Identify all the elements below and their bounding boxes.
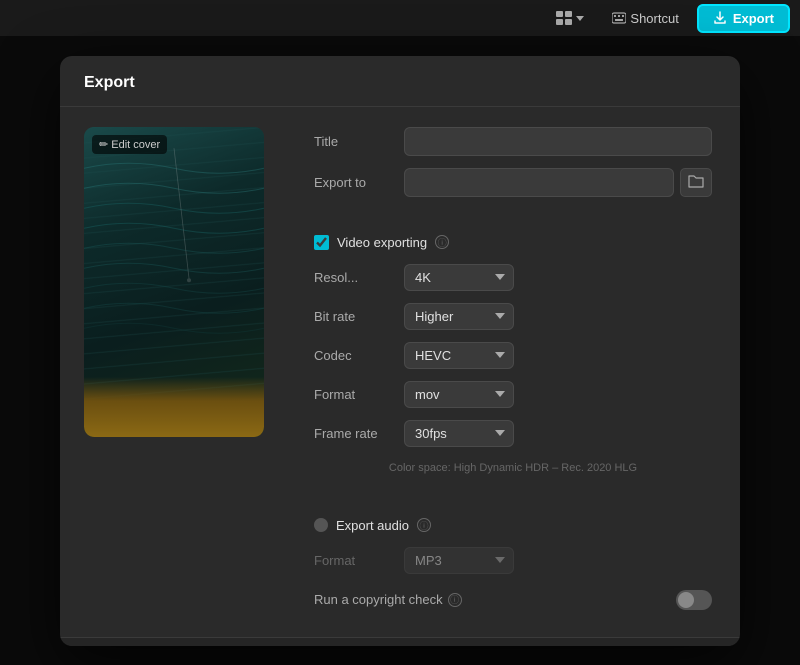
bitrate-select[interactable]: Higher (404, 303, 514, 330)
modal-overlay: Export (0, 36, 800, 665)
form-area: Title Export to (314, 127, 716, 617)
thumbnail-area: ✏ Edit cover (84, 127, 284, 617)
audio-format-select[interactable]: MP3 (404, 547, 514, 574)
framerate-row: Frame rate 30fps (314, 420, 712, 447)
resolution-label: Resol... (314, 270, 394, 285)
color-space-text: Color space: High Dynamic HDR – Rec. 202… (314, 461, 712, 476)
export-to-input[interactable] (404, 168, 674, 197)
video-export-checkbox[interactable] (314, 235, 329, 250)
copyright-row: Run a copyright check ⓘ (314, 590, 712, 610)
audio-toggle-indicator (314, 518, 328, 532)
copyright-info-icon[interactable]: ⓘ (448, 593, 462, 607)
format-select[interactable]: mov (404, 381, 514, 408)
video-info-icon[interactable]: ⓘ (435, 235, 449, 249)
codec-label: Codec (314, 348, 394, 363)
boat-bottom (84, 377, 264, 437)
export-dialog: Export (60, 56, 740, 646)
browse-folder-button[interactable] (680, 168, 712, 197)
export-icon (713, 11, 727, 25)
keyboard-icon (612, 12, 626, 24)
shortcut-button[interactable]: Shortcut (602, 7, 688, 30)
framerate-label: Frame rate (314, 426, 394, 441)
toggle-knob (678, 592, 694, 608)
thumbnail-wrapper: ✏ Edit cover (84, 127, 264, 437)
water-svg (84, 127, 264, 360)
edit-cover-button[interactable]: ✏ Edit cover (92, 135, 167, 154)
codec-select[interactable]: HEVC (404, 342, 514, 369)
resolution-row: Resol... 4K (314, 264, 712, 291)
bitrate-label: Bit rate (314, 309, 394, 324)
title-row: Title (314, 127, 712, 156)
video-section-title: Video exporting (337, 235, 427, 250)
video-placeholder (84, 127, 264, 437)
layout-icon (556, 11, 572, 25)
audio-section-header: Export audio ⓘ (314, 518, 712, 533)
copyright-label: Run a copyright check ⓘ (314, 592, 676, 607)
title-input[interactable] (404, 127, 712, 156)
dialog-header: Export (60, 56, 740, 107)
audio-format-row: Format MP3 (314, 547, 712, 574)
layout-button[interactable] (546, 7, 594, 29)
export-to-row: Export to (314, 168, 712, 197)
codec-row: Codec HEVC (314, 342, 712, 369)
topbar: Shortcut Export (0, 0, 800, 36)
dialog-title: Export (84, 74, 135, 91)
bitrate-row: Bit rate Higher (314, 303, 712, 330)
framerate-select[interactable]: 30fps (404, 420, 514, 447)
audio-info-icon[interactable]: ⓘ (417, 518, 431, 532)
export-topbar-label: Export (733, 11, 774, 26)
audio-section-title: Export audio (336, 518, 409, 533)
format-row: Format mov (314, 381, 712, 408)
export-topbar-button[interactable]: Export (697, 4, 790, 33)
dialog-footer: Duration: 12s | Size: 62M (estimated) Ca… (60, 637, 740, 646)
shortcut-label: Shortcut (630, 11, 678, 26)
copyright-toggle[interactable] (676, 590, 712, 610)
video-section-header: Video exporting ⓘ (314, 235, 712, 250)
resolution-select[interactable]: 4K (404, 264, 514, 291)
audio-format-label: Format (314, 553, 394, 568)
title-label: Title (314, 134, 394, 149)
chevron-down-icon (576, 16, 584, 21)
export-to-label: Export to (314, 175, 394, 190)
dialog-body: ✏ Edit cover Title Export to (60, 107, 740, 637)
format-label: Format (314, 387, 394, 402)
export-to-field-group (404, 168, 712, 197)
folder-icon (688, 174, 704, 188)
edit-cover-label: ✏ Edit cover (99, 138, 160, 151)
